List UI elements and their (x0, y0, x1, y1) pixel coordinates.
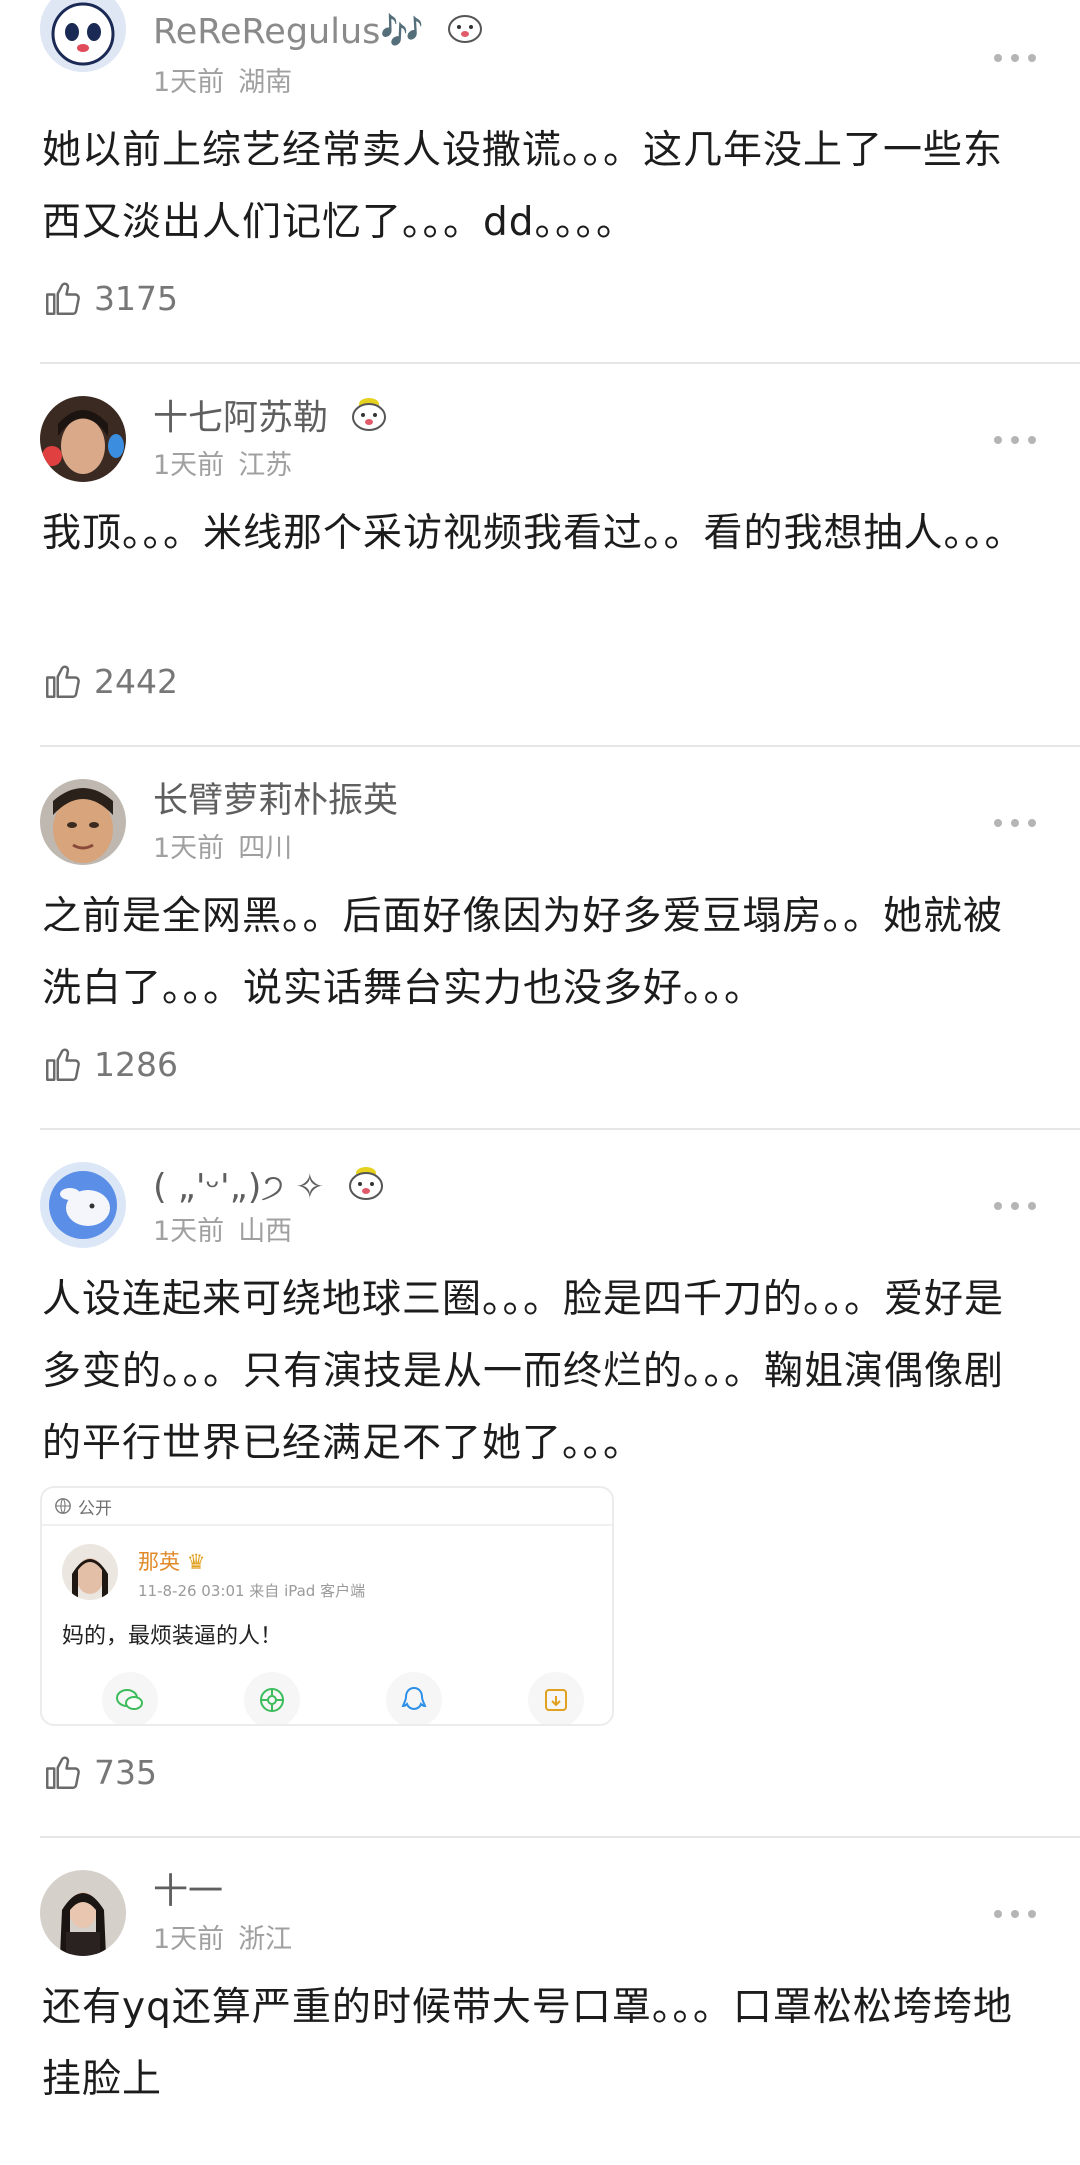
crown-icon: ♛ (186, 1550, 206, 1574)
thumbs-up-icon (46, 1048, 80, 1081)
more-dots-icon[interactable] (994, 434, 1036, 446)
poster-meta: 11-8-26 03:01 来自 iPad 客户端 (138, 1582, 366, 1600)
comment-time: 1天前 (153, 833, 225, 864)
embed-visibility-bar: 公开 (42, 1488, 612, 1526)
username[interactable]: ReReRegulus🎶 (153, 10, 485, 55)
more-dots-icon[interactable] (994, 52, 1036, 64)
like-button[interactable]: 735 (42, 1750, 157, 1794)
embedded-post-card[interactable]: 公开 那英 ♛ 11-8-26 03:01 来自 iPad 客户端 妈的，最烦装… (40, 1486, 614, 1726)
comment-location: 浙江 (238, 1924, 293, 1955)
user-photo-avatar (40, 1870, 126, 1956)
user-avatar[interactable] (40, 0, 126, 72)
save-image-share-icon[interactable] (528, 1672, 584, 1724)
embed-post: 那英 ♛ 11-8-26 03:01 来自 iPad 客户端 妈的，最烦装逼的人… (42, 1526, 612, 1724)
user-photo-avatar (40, 396, 126, 482)
comment-location: 山西 (238, 1216, 293, 1247)
username[interactable]: 十一 (153, 1870, 223, 1914)
comment-location: 湖南 (238, 67, 293, 98)
divider (40, 745, 1080, 747)
comment-text: 之前是全网黑。。后面好像因为好多爱豆塌房。。她就被洗白了。。。说实话舞台实力也没… (42, 894, 1004, 1011)
comment-time: 1天前 (153, 67, 225, 98)
thumbs-up-icon (46, 665, 80, 698)
more-dots-icon[interactable] (994, 1908, 1036, 1920)
post-text: 妈的，最烦装逼的人！ (62, 1624, 283, 1649)
like-count: 2442 (94, 661, 178, 701)
comment-meta: 1天前 四川 (153, 832, 292, 866)
comment-time: 1天前 (153, 450, 225, 481)
comment-text: 我顶。。。米线那个采访视频我看过。。看的我想抽人。。。 (42, 511, 1025, 556)
thumbs-up-icon (46, 282, 80, 315)
comment-time: 1天前 (153, 1216, 225, 1247)
tiger-face-badge-icon (346, 1165, 386, 1212)
like-count: 3175 (94, 278, 178, 318)
username[interactable]: ( „'ᵕ'„)੭ ✧ (153, 1165, 386, 1212)
like-button[interactable]: 1286 (42, 1042, 178, 1086)
comment-location: 四川 (238, 833, 293, 864)
divider (40, 362, 1080, 364)
user-avatar[interactable] (40, 779, 126, 865)
comment-text: 她以前上综艺经常卖人设撒谎。。。这几年没上了一些东西又淡出人们记忆了。。。dd。… (42, 128, 1004, 245)
like-count: 735 (94, 1752, 157, 1792)
user-avatar[interactable] (40, 1162, 126, 1248)
username[interactable]: 长臂萝莉朴振英 (153, 779, 398, 823)
wechat-share-icon[interactable] (102, 1672, 158, 1724)
thumbs-up-icon (46, 1756, 80, 1789)
user-photo-avatar (40, 779, 126, 865)
comment-time: 1天前 (153, 1924, 225, 1955)
user-avatar[interactable] (40, 1870, 126, 1956)
tiger-face-badge-icon (445, 11, 485, 55)
more-dots-icon[interactable] (994, 1200, 1036, 1212)
comment-meta: 1天前 浙江 (153, 1923, 292, 1957)
sheep-avatar-image (40, 1162, 126, 1248)
poster-name: 那英 ♛ (138, 1550, 206, 1574)
divider (40, 1128, 1080, 1130)
like-count: 1286 (94, 1044, 178, 1084)
username[interactable]: 十七阿苏勒 (153, 396, 389, 443)
like-button[interactable]: 3175 (42, 276, 178, 320)
comment-location: 江苏 (238, 450, 293, 481)
qq-share-icon[interactable] (386, 1672, 442, 1724)
poster-avatar (62, 1544, 118, 1600)
user-avatar[interactable] (40, 396, 126, 482)
comment-meta: 1天前 山西 (153, 1215, 292, 1249)
like-button[interactable]: 2442 (42, 659, 178, 703)
globe-icon (55, 1498, 71, 1514)
comment-meta: 1天前 湖南 (153, 66, 292, 100)
more-dots-icon[interactable] (994, 817, 1036, 829)
comment-text: 人设连起来可绕地球三圈。。。脸是四千刀的。。。爱好是多变的。。。只有演技是从一而… (42, 1277, 1005, 1466)
tiger-face-badge-icon (349, 396, 389, 443)
comment-text: 还有yq还算严重的时候带大号口罩。。。口罩松松垮垮地挂脸上 (42, 1985, 1013, 2102)
panda-avatar-image (40, 0, 126, 72)
embed-visibility: 公开 (78, 1498, 112, 1519)
divider (40, 1836, 1080, 1838)
moments-share-icon[interactable] (244, 1672, 300, 1724)
comment-meta: 1天前 江苏 (153, 449, 292, 483)
